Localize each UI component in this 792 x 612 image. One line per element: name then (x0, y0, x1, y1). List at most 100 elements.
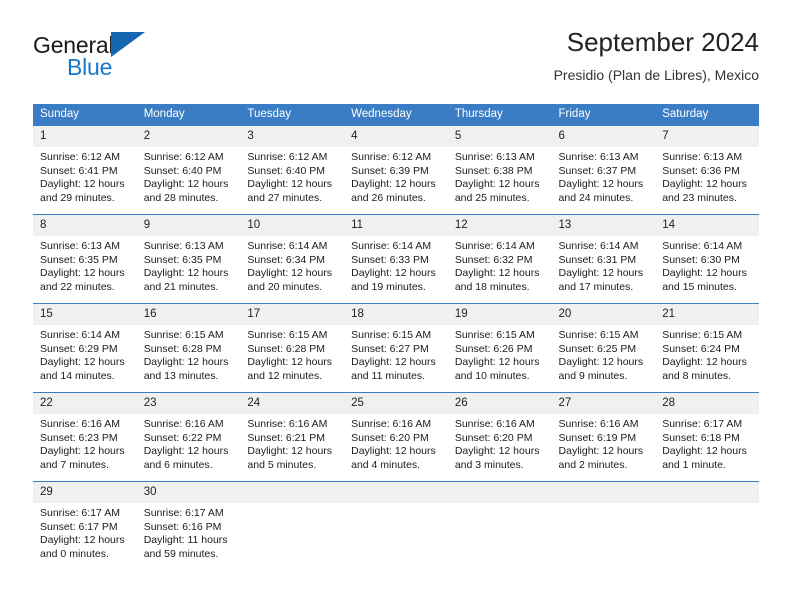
day-cell[interactable]: 2 Sunrise: 6:12 AM Sunset: 6:40 PM Dayli… (136, 125, 241, 215)
day-number: 29 (33, 482, 137, 503)
day-cell[interactable]: 14 Sunrise: 6:14 AM Sunset: 6:30 PM Dayl… (655, 214, 759, 304)
day-cell[interactable]: 27 Sunrise: 6:16 AM Sunset: 6:19 PM Dayl… (551, 392, 656, 482)
day-cell-empty (551, 481, 656, 570)
day-number: 2 (136, 126, 241, 147)
sunrise-text: Sunrise: 6:14 AM (247, 240, 328, 252)
daylight-text: Daylight: 11 hours and 59 minutes. (143, 534, 228, 560)
day-number: 6 (551, 126, 656, 147)
day-number: 12 (447, 215, 552, 236)
day-cell[interactable]: 11 Sunrise: 6:14 AM Sunset: 6:33 PM Dayl… (344, 214, 448, 304)
sunrise-text: Sunrise: 6:17 AM (40, 507, 120, 519)
sunset-text: Sunset: 6:36 PM (662, 164, 740, 177)
day-details: Sunrise: 6:12 AM Sunset: 6:40 PM Dayligh… (137, 147, 241, 214)
day-details (240, 503, 344, 561)
sunrise-text: Sunrise: 6:15 AM (351, 329, 432, 341)
day-details: Sunrise: 6:12 AM Sunset: 6:40 PM Dayligh… (240, 147, 344, 214)
day-cell[interactable]: 15 Sunrise: 6:14 AM Sunset: 6:29 PM Dayl… (33, 303, 137, 393)
daylight-text: Daylight: 12 hours and 23 minutes. (662, 178, 747, 204)
sunset-text: Sunset: 6:22 PM (143, 431, 222, 444)
day-number (344, 482, 448, 503)
daylight-text: Daylight: 12 hours and 9 minutes. (558, 356, 644, 382)
day-details: Sunrise: 6:17 AM Sunset: 6:16 PM Dayligh… (137, 503, 241, 570)
weekday-header-thursday: Thursday (447, 104, 552, 126)
day-number: 17 (240, 304, 345, 325)
sunset-text: Sunset: 6:30 PM (662, 253, 740, 266)
day-details: Sunrise: 6:15 AM Sunset: 6:27 PM Dayligh… (344, 325, 448, 392)
sunset-text: Sunset: 6:20 PM (454, 431, 533, 444)
day-cell[interactable]: 1 Sunrise: 6:12 AM Sunset: 6:41 PM Dayli… (33, 125, 137, 215)
day-cell[interactable]: 24 Sunrise: 6:16 AM Sunset: 6:21 PM Dayl… (240, 392, 345, 482)
day-cell[interactable]: 23 Sunrise: 6:16 AM Sunset: 6:22 PM Dayl… (136, 392, 241, 482)
sunrise-text: Sunrise: 6:14 AM (662, 240, 743, 252)
brand-text-general: General (33, 32, 114, 58)
day-cell[interactable]: 18 Sunrise: 6:15 AM Sunset: 6:27 PM Dayl… (344, 303, 448, 393)
week-row: 22 Sunrise: 6:16 AM Sunset: 6:23 PM Dayl… (33, 392, 759, 482)
day-details: Sunrise: 6:16 AM Sunset: 6:20 PM Dayligh… (344, 414, 448, 481)
brand-name-primary: General (33, 32, 146, 58)
weekday-header-sunday: Sunday (33, 104, 137, 126)
day-cell[interactable]: 5 Sunrise: 6:13 AM Sunset: 6:38 PM Dayli… (447, 125, 552, 215)
sunrise-text: Sunrise: 6:16 AM (558, 418, 639, 430)
day-number: 23 (136, 393, 241, 414)
day-cell[interactable]: 13 Sunrise: 6:14 AM Sunset: 6:31 PM Dayl… (551, 214, 656, 304)
day-cell[interactable]: 7 Sunrise: 6:13 AM Sunset: 6:36 PM Dayli… (655, 125, 759, 215)
day-number: 8 (33, 215, 137, 236)
brand-text-blue: Blue (67, 54, 113, 80)
day-cell[interactable]: 16 Sunrise: 6:15 AM Sunset: 6:28 PM Dayl… (136, 303, 241, 393)
week-row: 8 Sunrise: 6:13 AM Sunset: 6:35 PM Dayli… (33, 214, 759, 304)
day-cell[interactable]: 21 Sunrise: 6:15 AM Sunset: 6:24 PM Dayl… (655, 303, 759, 393)
day-cell[interactable]: 20 Sunrise: 6:15 AM Sunset: 6:25 PM Dayl… (551, 303, 656, 393)
day-cell[interactable]: 29 Sunrise: 6:17 AM Sunset: 6:17 PM Dayl… (33, 481, 137, 570)
brand-logo[interactable]: General Blue (33, 32, 293, 79)
day-cell[interactable]: 26 Sunrise: 6:16 AM Sunset: 6:20 PM Dayl… (447, 392, 552, 482)
day-cell-empty (240, 481, 345, 570)
calendar-grid: Sunday Monday Tuesday Wednesday Thursday… (33, 104, 759, 570)
day-number: 25 (344, 393, 448, 414)
day-cell[interactable]: 8 Sunrise: 6:13 AM Sunset: 6:35 PM Dayli… (33, 214, 137, 304)
sunset-text: Sunset: 6:41 PM (40, 164, 118, 177)
sunset-text: Sunset: 6:28 PM (143, 342, 222, 355)
sunrise-text: Sunrise: 6:13 AM (40, 240, 120, 252)
sunrise-text: Sunrise: 6:15 AM (558, 329, 639, 341)
day-number: 10 (240, 215, 345, 236)
day-cell[interactable]: 25 Sunrise: 6:16 AM Sunset: 6:20 PM Dayl… (344, 392, 448, 482)
daylight-text: Daylight: 12 hours and 17 minutes. (558, 267, 644, 293)
day-details (655, 503, 759, 561)
day-cell[interactable]: 17 Sunrise: 6:15 AM Sunset: 6:28 PM Dayl… (240, 303, 345, 393)
day-number: 1 (33, 126, 137, 147)
day-number: 19 (447, 304, 552, 325)
sunrise-text: Sunrise: 6:17 AM (662, 418, 743, 430)
sunrise-text: Sunrise: 6:13 AM (143, 240, 224, 252)
day-cell[interactable]: 19 Sunrise: 6:15 AM Sunset: 6:26 PM Dayl… (447, 303, 552, 393)
day-cell[interactable]: 30 Sunrise: 6:17 AM Sunset: 6:16 PM Dayl… (136, 481, 241, 570)
day-cell[interactable]: 22 Sunrise: 6:16 AM Sunset: 6:23 PM Dayl… (33, 392, 137, 482)
day-cell[interactable]: 10 Sunrise: 6:14 AM Sunset: 6:34 PM Dayl… (240, 214, 345, 304)
day-cell[interactable]: 9 Sunrise: 6:13 AM Sunset: 6:35 PM Dayli… (136, 214, 241, 304)
sunset-text: Sunset: 6:40 PM (143, 164, 222, 177)
sunrise-text: Sunrise: 6:15 AM (662, 329, 743, 341)
calendar-page: General Blue September 2024 Presidio (Pl… (0, 0, 792, 612)
sunrise-text: Sunrise: 6:12 AM (351, 151, 432, 163)
day-cell[interactable]: 3 Sunrise: 6:12 AM Sunset: 6:40 PM Dayli… (240, 125, 345, 215)
sunrise-text: Sunrise: 6:14 AM (454, 240, 535, 252)
sunset-text: Sunset: 6:28 PM (247, 342, 326, 355)
day-details: Sunrise: 6:13 AM Sunset: 6:36 PM Dayligh… (655, 147, 759, 214)
sunrise-text: Sunrise: 6:12 AM (247, 151, 328, 163)
daylight-text: Daylight: 12 hours and 20 minutes. (247, 267, 333, 293)
day-details: Sunrise: 6:15 AM Sunset: 6:24 PM Dayligh… (655, 325, 759, 392)
sunrise-text: Sunrise: 6:16 AM (143, 418, 224, 430)
day-cell[interactable]: 28 Sunrise: 6:17 AM Sunset: 6:18 PM Dayl… (655, 392, 759, 482)
day-cell[interactable]: 6 Sunrise: 6:13 AM Sunset: 6:37 PM Dayli… (551, 125, 656, 215)
day-details: Sunrise: 6:13 AM Sunset: 6:38 PM Dayligh… (448, 147, 552, 214)
day-details: Sunrise: 6:14 AM Sunset: 6:33 PM Dayligh… (344, 236, 448, 303)
week-row: 1 Sunrise: 6:12 AM Sunset: 6:41 PM Dayli… (33, 125, 759, 215)
day-cell[interactable]: 4 Sunrise: 6:12 AM Sunset: 6:39 PM Dayli… (344, 125, 448, 215)
day-number: 5 (447, 126, 552, 147)
day-details: Sunrise: 6:13 AM Sunset: 6:35 PM Dayligh… (137, 236, 241, 303)
sunset-text: Sunset: 6:35 PM (143, 253, 222, 266)
day-number (447, 482, 552, 503)
day-cell[interactable]: 12 Sunrise: 6:14 AM Sunset: 6:32 PM Dayl… (447, 214, 552, 304)
sunrise-text: Sunrise: 6:16 AM (247, 418, 328, 430)
daylight-text: Daylight: 12 hours and 26 minutes. (351, 178, 436, 204)
sunset-text: Sunset: 6:16 PM (143, 520, 222, 533)
